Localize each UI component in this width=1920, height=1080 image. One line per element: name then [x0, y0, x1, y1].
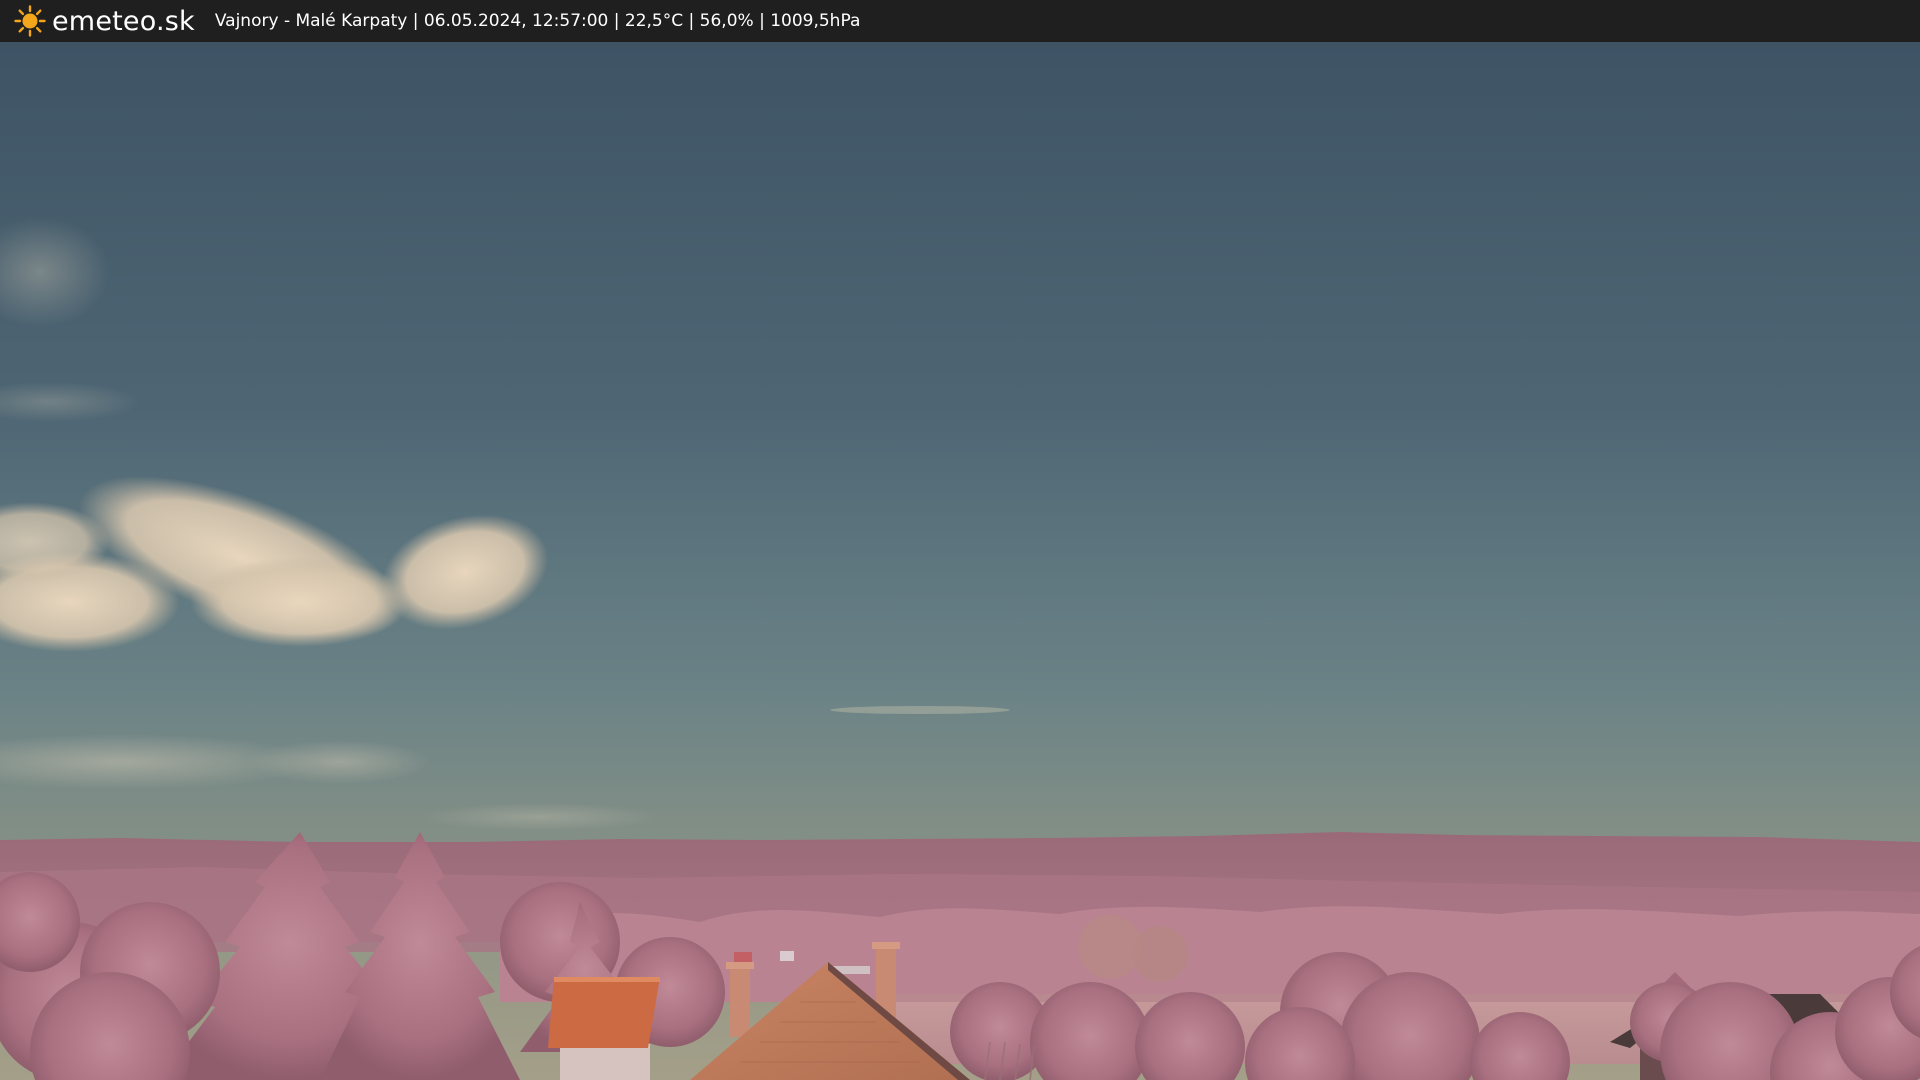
brand-name: emeteo.sk [52, 5, 195, 37]
station-readout: Vajnory - Malé Karpaty | 06.05.2024, 12:… [214, 11, 861, 31]
sun-icon [14, 5, 46, 37]
caption-bar: emeteo.sk Vajnory - Malé Karpaty | 06.05… [0, 0, 1920, 42]
webcam-frame: emeteo.sk Vajnory - Malé Karpaty | 06.05… [0, 0, 1920, 1080]
webcam-image [0, 42, 1920, 1080]
logo: emeteo.sk [14, 5, 195, 37]
